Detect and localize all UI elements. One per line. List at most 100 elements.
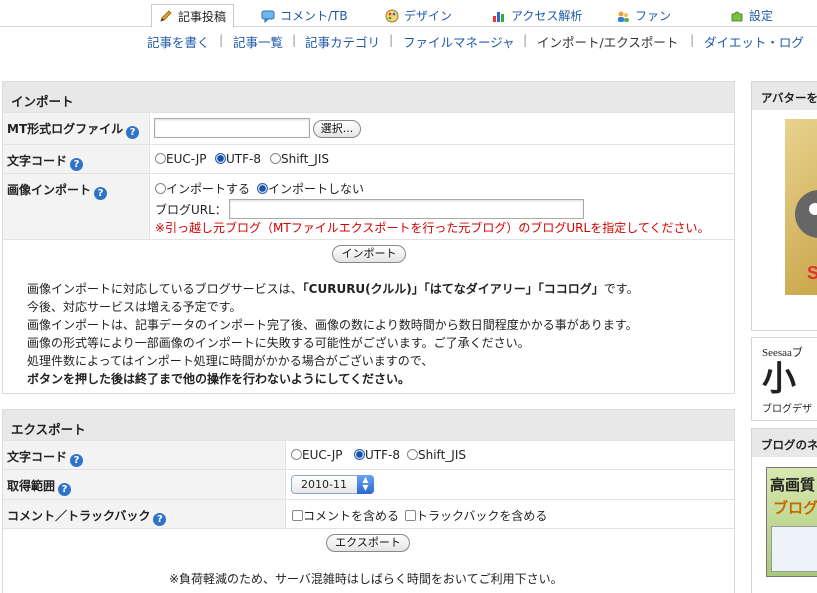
tab-comment-tb[interactable]: コメント/TB <box>254 4 355 27</box>
tab-fans[interactable]: ファン <box>609 4 678 27</box>
subnav-post-category[interactable]: 記事カテゴリ <box>305 32 380 51</box>
import-panel: インポート MT形式ログファイル? 選択... 文字コード? EUC-JP UT… <box>2 81 735 394</box>
note-line-1: 画像インポートに対応しているブログサービスは、「CURURU(クルル)」「はてな… <box>27 282 639 296</box>
mt-file-input[interactable] <box>154 118 310 138</box>
image-import-row: 画像インポート? インポートする インポートしない ブログURL： ※引っ越し元… <box>3 173 734 239</box>
palette-icon <box>385 9 399 23</box>
avatar-image[interactable]: S <box>785 119 817 295</box>
note-line-6: ボタンを押した後は終了まで他の操作を行わないようにしてください。 <box>27 372 411 386</box>
include-trackbacks[interactable]: トラックバックを含める <box>405 507 547 524</box>
image-import-label: 画像インポート? <box>3 174 150 239</box>
image-import-yes[interactable]: インポートする <box>155 180 250 197</box>
export-charset-label: 文字コード? <box>3 441 286 469</box>
radio-euc-jp[interactable] <box>155 153 166 164</box>
include-comments[interactable]: コメントを含める <box>292 507 399 524</box>
radio-import-yes[interactable] <box>155 183 166 194</box>
export-charset-utf8[interactable]: UTF-8 <box>354 448 400 462</box>
include-trackbacks-checkbox[interactable] <box>405 510 416 521</box>
include-comments-checkbox[interactable] <box>292 510 303 521</box>
seesaa-widget: Seesaaブ 小 ブログデザ <box>751 337 817 421</box>
seesaa-text: Seesaaブ <box>762 347 803 359</box>
help-icon[interactable]: ? <box>153 513 167 526</box>
radio-import-no[interactable] <box>257 183 268 194</box>
help-icon[interactable]: ? <box>58 483 72 496</box>
mt-file-label: MT形式ログファイル? <box>3 113 150 144</box>
export-charset-sjis[interactable]: Shift_JIS <box>407 448 466 462</box>
banner-text-1: 高画質 <box>770 476 816 494</box>
import-title: インポート <box>3 82 734 112</box>
note-line-2: 今後、対応サービスは増える予定です。 <box>27 300 242 314</box>
image-import-no[interactable]: インポートしない <box>257 180 364 197</box>
export-charset-row: 文字コード? EUC-JP UTF-8 Shift_JIS <box>3 440 734 469</box>
export-comment-label: コメント／トラックバック? <box>3 500 286 528</box>
subnav-divider: | <box>292 32 297 47</box>
radio-utf-8[interactable] <box>215 153 226 164</box>
select-arrows-icon: ▲ ▼ <box>357 475 374 494</box>
tab-post[interactable]: 記事投稿 <box>151 4 235 28</box>
import-charset-utf8[interactable]: UTF-8 <box>215 152 261 166</box>
comment-icon <box>261 9 275 23</box>
blog-news-banner[interactable]: 高画質 ブログ <box>766 467 817 577</box>
bar-chart-icon <box>492 9 506 23</box>
mt-file-row: MT形式ログファイル? 選択... <box>3 112 734 144</box>
subnav-post-list[interactable]: 記事一覧 <box>233 32 283 51</box>
export-action-row: エクスポート ※負荷軽減のため、サーバ混雑時はしばらく時間をおいてご利用下さい。 <box>3 528 734 593</box>
subnav-diet-log[interactable]: ダイエット・ログ <box>704 32 804 51</box>
tab-settings[interactable]: 設定 <box>723 4 780 27</box>
export-button[interactable]: エクスポート <box>326 534 410 552</box>
range-select[interactable]: 2010-11 ▲ ▼ <box>291 475 374 494</box>
pencil-icon <box>159 9 173 23</box>
subnav-file-manager[interactable]: ファイルマネージャ <box>403 32 515 51</box>
sub-nav: 記事を書く | 記事一覧 | 記事カテゴリ | ファイルマネージャ | インポー… <box>0 32 817 50</box>
radio-shift-jis[interactable] <box>270 153 281 164</box>
help-icon[interactable]: ? <box>126 126 140 139</box>
seesaa-big-char: 小 <box>762 359 796 399</box>
import-charset-euc[interactable]: EUC-JP <box>155 152 207 166</box>
subnav-write-post[interactable]: 記事を書く <box>147 32 210 51</box>
note-line-4: 画像の形式等により一部画像のインポートに失敗する可能性がございます。ご了承くださ… <box>27 336 530 350</box>
export-range-label: 取得範囲? <box>3 470 286 499</box>
puzzle-icon <box>730 9 744 23</box>
avatar-illustration: S <box>795 190 817 283</box>
import-charset-row: 文字コード? EUC-JP UTF-8 Shift_JIS <box>3 144 734 173</box>
import-action-row: インポート 画像インポートに対応しているブログサービスは、「CURURU(クルル… <box>3 239 734 393</box>
blog-url-note: ※引っ越し元ブログ（MTファイルエクスポートを行った元ブログ）のブログURLを指… <box>155 221 710 235</box>
export-note: ※負荷軽減のため、サーバ混雑時はしばらく時間をおいてご利用下さい。 <box>169 572 563 586</box>
blog-url-input[interactable] <box>229 199 584 219</box>
svg-text:S: S <box>807 263 817 283</box>
help-icon[interactable]: ? <box>70 158 84 171</box>
banner-text-2: ブログ <box>773 499 817 517</box>
import-button[interactable]: インポート <box>332 245 406 263</box>
radio-shift-jis[interactable] <box>407 449 418 460</box>
subnav-divider: | <box>690 32 695 47</box>
blog-url-label: ブログURL： <box>155 203 227 217</box>
tab-design[interactable]: デザイン <box>378 4 459 27</box>
top-nav: 記事投稿 コメント/TB デザイン アクセス解析 ファン 設定 <box>0 0 817 28</box>
radio-euc-jp[interactable] <box>291 449 302 460</box>
help-icon[interactable]: ? <box>70 454 84 467</box>
banner-screenshot <box>771 526 817 572</box>
avatar-widget-title: アバターを <box>752 82 817 110</box>
note-line-3: 画像インポートは、記事データのインポート完了後、画像の数により数時間から数日間程… <box>27 318 638 332</box>
note-line-5: 処理件数によってはインポート処理に時間がかかる場合がございますので、 <box>27 354 434 368</box>
export-panel: エクスポート 文字コード? EUC-JP UTF-8 Shift_JIS 取得範… <box>2 409 735 593</box>
export-charset-euc[interactable]: EUC-JP <box>291 448 343 462</box>
subnav-divider: | <box>219 32 224 47</box>
import-charset-label: 文字コード? <box>3 145 150 173</box>
export-range-row: 取得範囲? 2010-11 ▲ ▼ <box>3 469 734 499</box>
radio-utf-8[interactable] <box>354 449 365 460</box>
import-charset-sjis[interactable]: Shift_JIS <box>270 152 329 166</box>
blog-news-widget: ブログのネ 高画質 ブログ <box>751 428 817 593</box>
export-title: エクスポート <box>3 410 734 440</box>
help-icon[interactable]: ? <box>94 187 108 200</box>
avatar-widget: アバターを S <box>751 81 817 331</box>
users-icon <box>616 9 630 23</box>
choose-file-button[interactable]: 選択... <box>313 120 361 138</box>
blog-news-title: ブログのネ <box>752 429 817 457</box>
export-comment-row: コメント／トラックバック? コメントを含める トラックバックを含める <box>3 499 734 528</box>
tab-analytics[interactable]: アクセス解析 <box>485 4 589 27</box>
seesaa-design-text: ブログデザ <box>762 404 812 415</box>
import-notes: 画像インポートに対応しているブログサービスは、「CURURU(クルル)」「はてな… <box>27 280 639 388</box>
subnav-import-export: インポート/エクスポート <box>537 35 679 50</box>
subnav-divider: | <box>523 32 528 47</box>
